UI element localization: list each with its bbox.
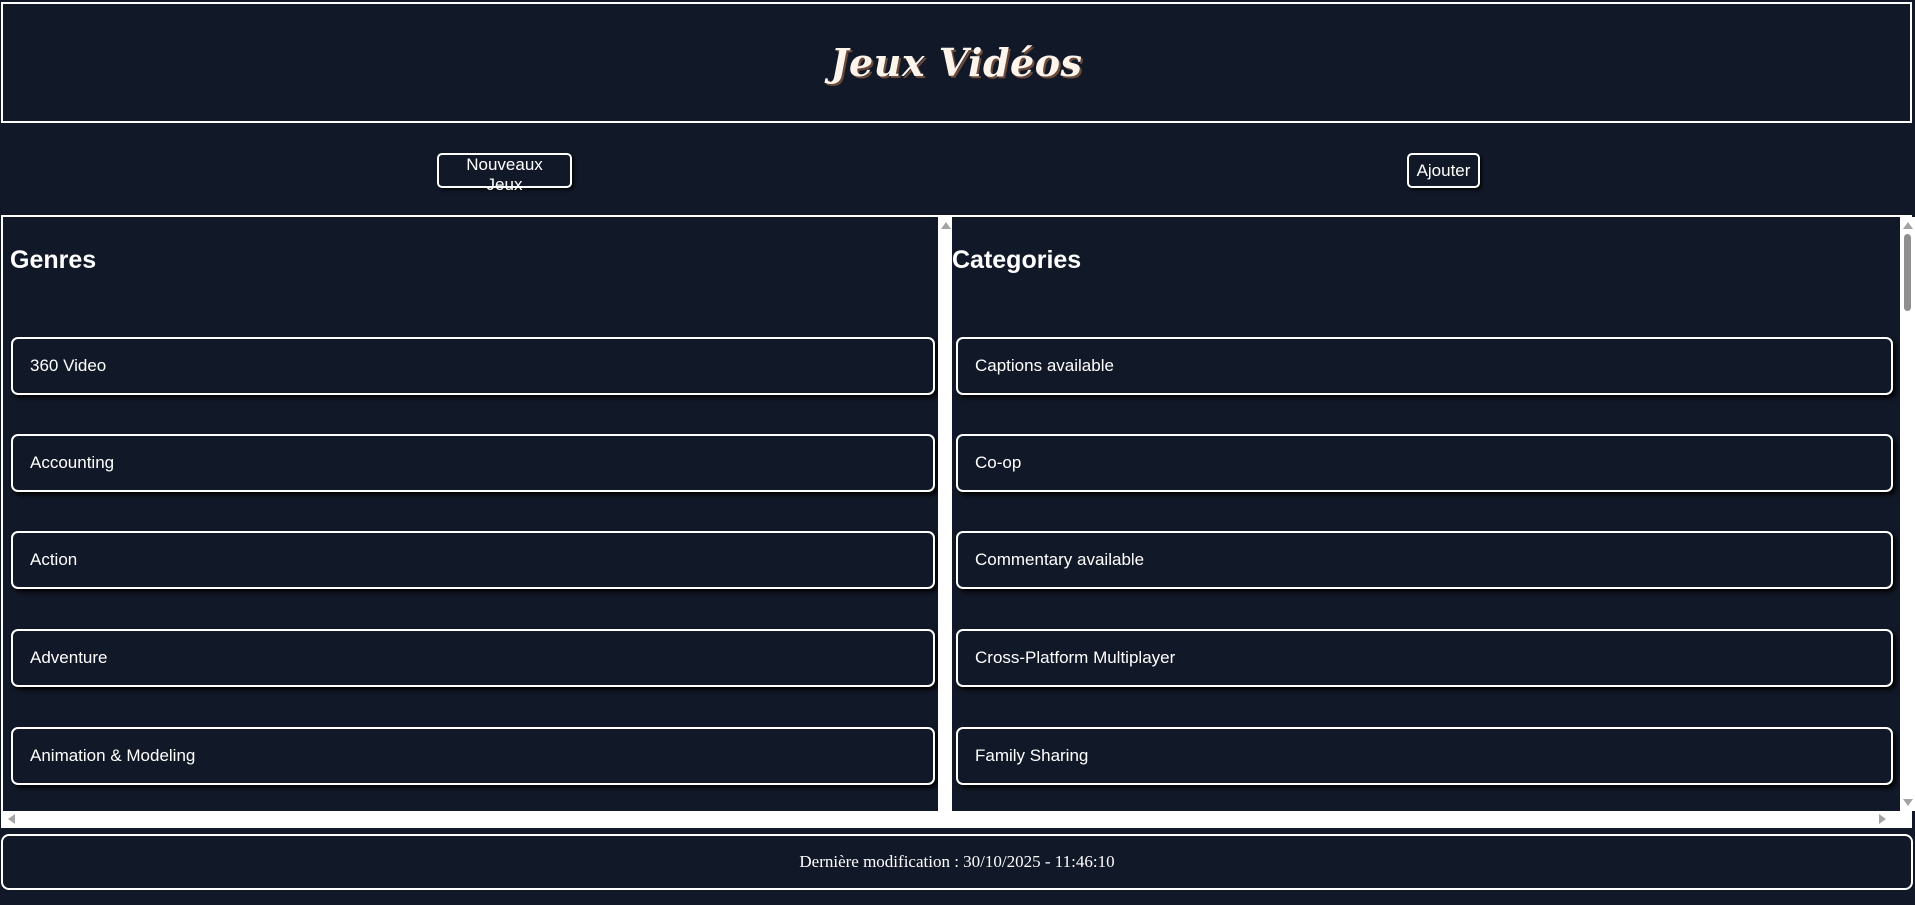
genre-item[interactable]: Animation & Modeling (11, 727, 935, 785)
add-button[interactable]: Ajouter (1407, 153, 1480, 188)
genres-vertical-scrollbar[interactable] (938, 217, 953, 811)
scroll-left-arrow-icon[interactable] (8, 814, 15, 824)
genre-item[interactable]: Adventure (11, 629, 935, 687)
category-item[interactable]: Family Sharing (956, 727, 1893, 785)
genres-panel: Genres 360 Video Accounting Action Adven… (3, 217, 938, 811)
page-footer: Dernière modification : 30/10/2025 - 11:… (1, 834, 1913, 890)
scroll-up-arrow-icon[interactable] (941, 222, 951, 229)
last-modified-text: Dernière modification : 30/10/2025 - 11:… (799, 852, 1115, 871)
categories-heading: Categories (952, 246, 1082, 274)
category-item[interactable]: Co-op (956, 434, 1893, 492)
category-item[interactable]: Commentary available (956, 531, 1893, 589)
scroll-down-arrow-icon[interactable] (1903, 799, 1913, 806)
page-header: Jeux Vidéos (1, 2, 1912, 123)
page-title: Jeux Vidéos (830, 40, 1083, 85)
category-item[interactable]: Cross-Platform Multiplayer (956, 629, 1893, 687)
categories-panel: Categories Captions available Co-op Comm… (952, 217, 1900, 811)
new-games-button[interactable]: Nouveaux Jeux (437, 153, 572, 194)
genre-item[interactable]: Action (11, 531, 935, 589)
category-item[interactable]: Captions available (956, 337, 1893, 395)
scroll-up-arrow-icon[interactable] (1903, 222, 1913, 229)
genre-item[interactable]: 360 Video (11, 337, 935, 395)
main-vertical-scrollbar[interactable] (1900, 217, 1915, 811)
horizontal-scrollbar[interactable] (3, 811, 1910, 826)
scroll-right-arrow-icon[interactable] (1879, 814, 1886, 824)
genres-heading: Genres (10, 246, 97, 274)
genre-item[interactable]: Accounting (11, 434, 935, 492)
scrollbar-thumb[interactable] (1904, 234, 1911, 311)
content-container: Genres 360 Video Accounting Action Adven… (1, 215, 1915, 828)
